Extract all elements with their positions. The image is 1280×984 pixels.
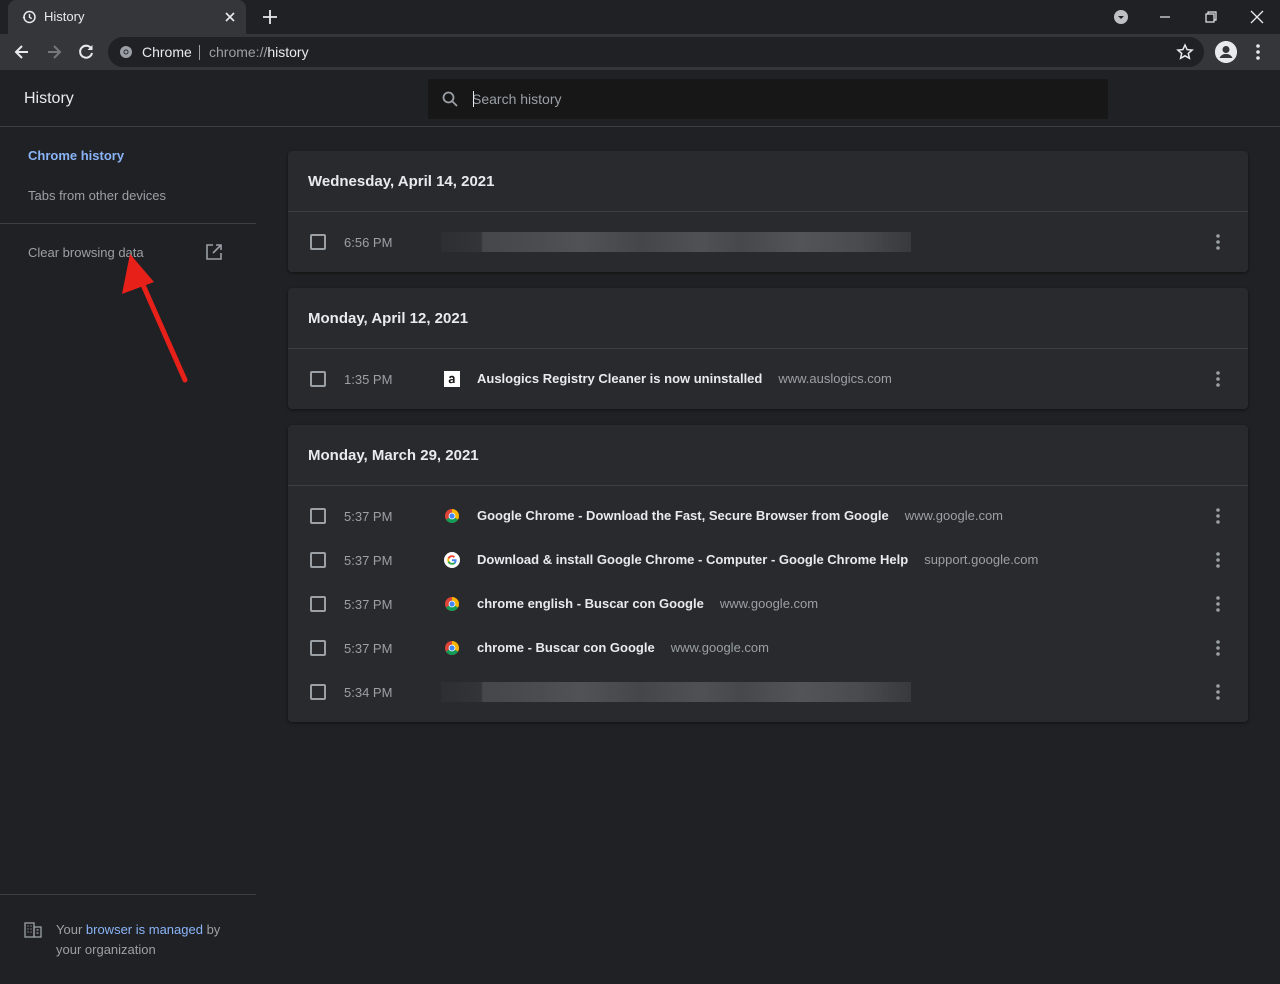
reload-icon[interactable] [76, 42, 96, 62]
restore-icon[interactable] [1200, 6, 1222, 28]
row-checkbox[interactable] [310, 640, 326, 656]
row-time: 5:37 PM [344, 509, 393, 524]
more-actions-icon[interactable] [1210, 550, 1226, 570]
row-domain: www.google.com [904, 508, 1004, 523]
group-date: Monday, March 29, 2021 [308, 447, 479, 464]
row-title-text[interactable]: Download & install Google Chrome - Compu… [477, 552, 908, 567]
row-checkbox[interactable] [310, 371, 326, 387]
row-title-text[interactable]: chrome english - Buscar con Google [477, 596, 704, 611]
managed-link[interactable]: browser is managed [86, 922, 203, 937]
history-row[interactable]: 5:37 PM Download & install Google Chrome… [288, 538, 1248, 582]
chrome-icon [445, 641, 459, 655]
group-header: Monday, April 12, 2021 [288, 288, 1248, 349]
row-title[interactable]: chrome - Buscar con Google www.google.com [477, 640, 769, 655]
search-icon[interactable] [441, 90, 459, 108]
group-date: Wednesday, April 14, 2021 [308, 173, 495, 190]
browser-toolbar: Chrome chrome://history [0, 34, 1280, 70]
more-actions-icon[interactable] [1210, 594, 1226, 614]
browser-menu-icon[interactable] [1250, 42, 1266, 62]
row-title-text[interactable]: Auslogics Registry Cleaner is now uninst… [477, 371, 762, 386]
bookmark-star-icon[interactable] [1176, 43, 1194, 61]
history-group-card: Wednesday, April 14, 2021 6:56 PM [288, 151, 1248, 272]
row-title[interactable]: Auslogics Registry Cleaner is now uninst… [477, 371, 892, 386]
sidebar-divider [0, 223, 256, 224]
url-text: chrome://history [209, 44, 309, 60]
row-checkbox[interactable] [310, 508, 326, 524]
history-row[interactable]: 1:35 PM Auslogics Registry Cleaner is no… [288, 357, 1248, 401]
chrome-icon [445, 509, 459, 523]
row-title[interactable]: Google Chrome - Download the Fast, Secur… [477, 508, 1003, 523]
history-header: History [0, 70, 1280, 127]
annotation-arrow [122, 254, 188, 383]
blurred-entry [441, 682, 911, 702]
row-domain: www.google.com [719, 596, 819, 611]
search-input[interactable] [472, 87, 1092, 111]
row-time: 5:37 PM [344, 597, 393, 612]
more-actions-icon[interactable] [1210, 369, 1226, 389]
close-window-icon[interactable] [1246, 6, 1268, 28]
tab-history[interactable]: History [8, 0, 246, 34]
more-actions-icon[interactable] [1210, 638, 1226, 658]
row-checkbox[interactable] [310, 596, 326, 612]
group-date: Monday, April 12, 2021 [308, 310, 469, 327]
search-box[interactable] [428, 79, 1108, 119]
tab-search-icon[interactable] [1110, 6, 1132, 28]
address-bar[interactable]: Chrome chrome://history [108, 37, 1204, 67]
close-icon[interactable] [222, 9, 238, 25]
more-actions-icon[interactable] [1210, 506, 1226, 526]
managed-prefix: Your [56, 922, 86, 937]
row-title-text[interactable]: chrome - Buscar con Google [477, 640, 655, 655]
more-actions-icon[interactable] [1210, 232, 1226, 252]
group-header: Monday, March 29, 2021 [288, 425, 1248, 486]
new-tab-icon[interactable] [260, 7, 280, 27]
sidebar-item-tabs-from-other-devices[interactable]: Tabs from other devices [28, 188, 166, 203]
row-title[interactable]: chrome english - Buscar con Google www.go… [477, 596, 818, 611]
building-icon [24, 922, 42, 938]
history-icon [22, 10, 36, 24]
row-checkbox[interactable] [310, 552, 326, 568]
history-row[interactable]: 6:56 PM [288, 220, 1248, 264]
row-domain: support.google.com [924, 552, 1039, 567]
url-scheme: chrome:// [209, 44, 268, 60]
profile-avatar-icon[interactable] [1215, 41, 1237, 63]
more-actions-icon[interactable] [1210, 682, 1226, 702]
page-title: History [24, 90, 74, 107]
text-caret [473, 91, 474, 107]
history-group-card: Monday, April 12, 2021 1:35 PM Auslogics… [288, 288, 1248, 409]
row-time: 1:35 PM [344, 372, 393, 387]
history-group-card: Monday, March 29, 2021 5:37 PM Google Ch… [288, 425, 1248, 722]
row-time: 6:56 PM [344, 235, 393, 250]
sidebar-divider [0, 894, 256, 895]
row-checkbox[interactable] [310, 684, 326, 700]
blurred-entry [441, 232, 911, 252]
group-header: Wednesday, April 14, 2021 [288, 151, 1248, 212]
minimize-icon[interactable] [1154, 6, 1176, 28]
row-checkbox[interactable] [310, 234, 326, 250]
tab-title: History [44, 9, 85, 24]
row-time: 5:34 PM [344, 685, 393, 700]
row-domain: www.auslogics.com [778, 371, 892, 386]
history-row[interactable]: 5:37 PM chrome english - Buscar con Goog… [288, 582, 1248, 626]
row-title[interactable]: Download & install Google Chrome - Compu… [477, 552, 1038, 567]
open-in-new-icon[interactable] [205, 243, 223, 261]
chrome-icon [120, 46, 132, 58]
row-title-text[interactable]: Google Chrome - Download the Fast, Secur… [477, 508, 889, 523]
history-row[interactable]: 5:37 PM chrome - Buscar con Google www.go… [288, 626, 1248, 670]
history-row[interactable]: 5:34 PM [288, 670, 1248, 714]
omnibox-chip: Chrome [142, 44, 192, 60]
tab-strip: History [0, 0, 1280, 34]
row-domain: www.google.com [670, 640, 769, 655]
managed-text: Your browser is managed by your organiza… [56, 920, 246, 960]
back-arrow-icon[interactable] [12, 42, 32, 62]
sidebar-item-chrome-history[interactable]: Chrome history [28, 148, 124, 163]
url-path: history [267, 44, 309, 60]
omnibox-separator [199, 45, 200, 60]
row-time: 5:37 PM [344, 641, 393, 656]
auslogics-icon [444, 371, 460, 387]
history-row[interactable]: 5:37 PM Google Chrome - Download the Fas… [288, 494, 1248, 538]
row-time: 5:37 PM [344, 553, 393, 568]
forward-arrow-icon[interactable] [44, 42, 64, 62]
chrome-icon [445, 597, 459, 611]
google-g-icon [444, 552, 460, 568]
